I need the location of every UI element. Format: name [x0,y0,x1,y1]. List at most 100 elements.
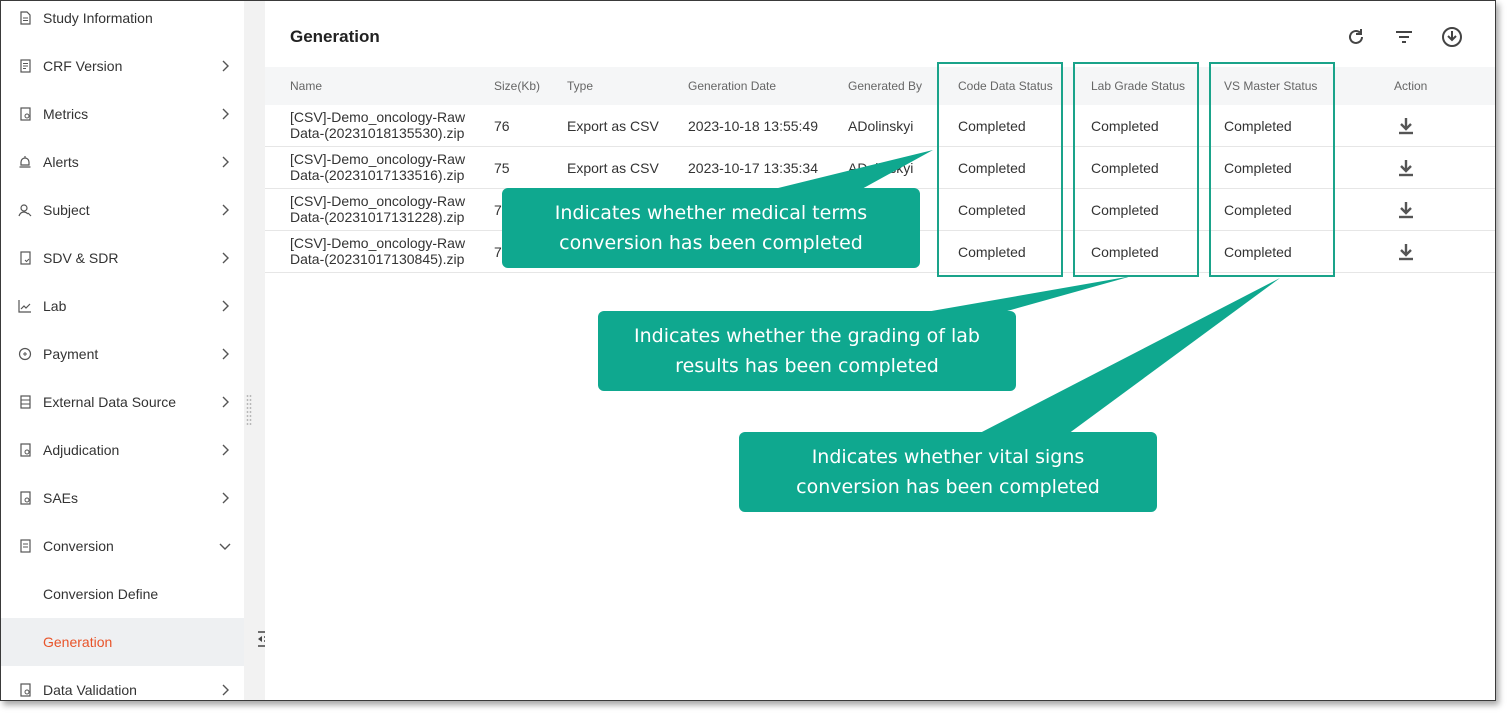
sidebar-item-study-information[interactable]: Study Information [1,1,244,42]
validate-document-icon [18,683,32,697]
sidebar-item-label: Lab [43,298,67,314]
sidebar: Study Information CRF Version Metrics Al… [1,1,244,700]
verify-document-icon [18,251,32,265]
file-name: [CSV]-Demo_oncology-Raw Data-(20231017131… [290,193,490,225]
sidebar-item-label: Conversion [43,538,114,554]
file-size: 7 [494,202,502,218]
code-data-status: Completed [958,118,1026,134]
vs-status-callout: Indicates whether vital signs conversion… [739,432,1157,512]
sidebar-item-subject[interactable]: Subject [1,186,244,234]
column-header-generation-date[interactable]: Generation Date [688,67,776,105]
file-name: [CSV]-Demo_oncology-Raw Data-(20231017133… [290,151,490,183]
file-name-line: [CSV]-Demo_oncology-Raw [290,193,466,209]
callout-text: Indicates whether vital signs conversion… [796,446,1100,498]
metrics-document-icon [18,107,32,121]
table-row: [CSV]-Demo_oncology-Raw Data-(20231017133… [265,147,1495,189]
export-type: Export as CSV [567,118,659,134]
code-data-status: Completed [958,160,1026,176]
sidebar-item-adjudication[interactable]: Adjudication [1,426,244,474]
filter-icon[interactable] [1392,25,1416,49]
sidebar-item-label: Metrics [43,106,89,122]
sidebar-item-label: SAEs [43,490,79,506]
column-header-action: Action [1394,79,1428,93]
table-header: Name Size(Kb) Type Generation Date Gener… [265,67,1495,105]
download-icon[interactable] [1397,242,1415,262]
sidebar-item-lab[interactable]: Lab [1,282,244,330]
file-name-line: [CSV]-Demo_oncology-Raw [290,151,466,167]
lab-status-callout: Indicates whether the grading of lab res… [598,311,1016,391]
sidebar-item-label: Data Validation [43,682,137,698]
sidebar-item-metrics[interactable]: Metrics [1,90,244,138]
sidebar-item-label: SDV & SDR [43,250,119,266]
file-name: [CSV]-Demo_oncology-Raw Data-(20231018135… [290,109,490,141]
column-header-generated-by[interactable]: Generated By [848,67,922,105]
sidebar-item-saes[interactable]: SAEs [1,474,244,522]
generation-date: 2023-10-17 13:35:34 [688,160,818,176]
sidebar-item-label: Alerts [43,154,79,170]
download-icon[interactable] [1397,200,1415,220]
line-chart-icon [18,299,32,313]
report-document-icon [18,491,32,505]
file-name-line: Data-(20231017130845).zip [290,251,465,267]
code-status-callout: Indicates whether medical terms conversi… [502,188,920,268]
sidebar-item-crf-version[interactable]: CRF Version [1,42,244,90]
sidebar-item-label: Generation [43,634,113,650]
file-name: [CSV]-Demo_oncology-Raw Data-(20231017130… [290,235,490,267]
sidebar-item-data-validation[interactable]: Data Validation [1,666,244,700]
sidebar-item-sdv-sdr[interactable]: SDV & SDR [1,234,244,282]
sidebar-item-label: Adjudication [43,442,120,458]
download-icon[interactable] [1397,116,1415,136]
sidebar-item-generation[interactable]: Generation [1,618,244,666]
generated-by: ADolinskyi [848,118,914,134]
sidebar-item-alerts[interactable]: Alerts [1,138,244,186]
convert-document-icon [18,539,32,553]
lab-grade-status: Completed [1091,160,1159,176]
generated-by: ADolinskyi [848,160,914,176]
document-icon [18,11,32,25]
sidebar-item-conversion-define[interactable]: Conversion Define [1,570,244,618]
sidebar-splitter[interactable] [244,1,265,700]
sidebar-item-conversion[interactable]: Conversion [1,522,244,570]
sidebar-item-label: Subject [43,202,90,218]
vs-master-status: Completed [1224,160,1292,176]
column-header-code-data-status[interactable]: Code Data Status [958,67,1053,105]
chevron-right-icon [219,396,231,408]
refresh-icon[interactable] [1344,25,1368,49]
callout-text: Indicates whether the grading of lab res… [633,325,980,377]
person-icon [18,203,32,217]
lab-grade-status: Completed [1091,244,1159,260]
sidebar-item-label: External Data Source [43,394,177,410]
download-circle-icon[interactable] [1440,25,1464,49]
sidebar-item-label: CRF Version [43,58,123,74]
page-title: Generation [290,27,380,46]
file-size: 75 [494,160,510,176]
chevron-down-icon [219,540,231,552]
database-icon [18,395,32,409]
vs-master-status: Completed [1224,118,1292,134]
file-size: 7 [494,244,502,260]
file-name-line: Data-(20231017133516).zip [290,167,465,183]
column-header-size[interactable]: Size(Kb) [494,67,540,105]
chevron-right-icon [219,156,231,168]
drag-handle-icon[interactable] [246,394,252,428]
code-data-status: Completed [958,244,1026,260]
column-header-lab-grade-status[interactable]: Lab Grade Status [1091,67,1185,105]
column-header-vs-master-status[interactable]: VS Master Status [1224,67,1317,105]
sidebar-item-external-data-source[interactable]: External Data Source [1,378,244,426]
download-icon[interactable] [1397,158,1415,178]
export-type: Export as CSV [567,160,659,176]
bell-icon [18,155,32,169]
table-row: [CSV]-Demo_oncology-Raw Data-(20231018135… [265,105,1495,147]
sidebar-item-label: Payment [43,346,99,362]
lab-grade-status: Completed [1091,202,1159,218]
chevron-right-icon [219,60,231,72]
chevron-right-icon [219,348,231,360]
chevron-right-icon [219,300,231,312]
file-name-line: Data-(20231017131228).zip [290,209,465,225]
vs-master-status: Completed [1224,244,1292,260]
column-header-name[interactable]: Name [290,67,322,105]
column-header-type[interactable]: Type [567,67,593,105]
chevron-right-icon [219,492,231,504]
sidebar-item-payment[interactable]: Payment [1,330,244,378]
sidebar-item-label: Conversion Define [43,586,159,602]
